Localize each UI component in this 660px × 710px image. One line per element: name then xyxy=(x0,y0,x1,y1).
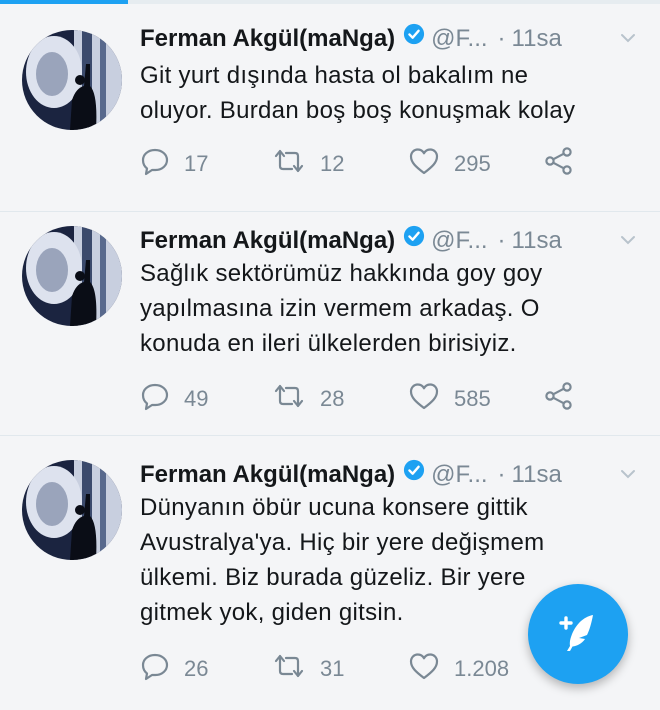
chevron-down-icon[interactable] xyxy=(618,22,638,60)
timeline-tab-indicator xyxy=(0,0,660,4)
reply-icon xyxy=(140,381,170,417)
like-button[interactable]: 585 xyxy=(408,379,491,419)
compose-tweet-button[interactable] xyxy=(528,584,628,684)
separator-dot: · xyxy=(497,461,506,488)
tweet-text-line: yapılmasına izin vermem arkadaş. O xyxy=(140,295,540,322)
verified-badge-icon xyxy=(403,455,425,493)
tweet-time[interactable]: 11sa xyxy=(512,227,562,254)
tweet-text-line: Git yurt dışında hasta ol bakalım ne xyxy=(140,62,529,89)
tweet-actions: 49 28 585 xyxy=(140,379,610,419)
separator-dot: · xyxy=(497,25,506,52)
tweet[interactable]: Ferman Akgül(maNga) @F... · 11sa Sağlık sek… xyxy=(0,222,660,436)
like-count: 295 xyxy=(454,151,491,176)
author-name[interactable]: Ferman Akgül(maNga) xyxy=(140,227,395,254)
reply-button[interactable]: 26 xyxy=(140,649,208,689)
tweet-time[interactable]: 11sa xyxy=(512,461,562,488)
reply-icon xyxy=(140,146,170,182)
author-handle[interactable]: @F... xyxy=(431,25,487,52)
tweet-header: Ferman Akgül(maNga) @F... · 11sa xyxy=(140,222,640,260)
separator-dot: · xyxy=(497,227,506,254)
author-handle[interactable]: @F... xyxy=(431,227,487,254)
author-name[interactable]: Ferman Akgül(maNga) xyxy=(140,461,395,488)
avatar[interactable] xyxy=(22,460,122,560)
tweet-text-line: Sağlık sektörümüz hakkında goy goy xyxy=(140,260,543,287)
like-button[interactable]: 1.208 xyxy=(408,649,509,689)
avatar[interactable] xyxy=(22,226,122,326)
author-handle[interactable]: @F... xyxy=(431,461,487,488)
verified-badge-icon xyxy=(403,221,425,259)
retweet-icon xyxy=(272,146,306,182)
like-count: 1.208 xyxy=(454,656,510,681)
retweet-count: 28 xyxy=(320,386,345,411)
share-button[interactable] xyxy=(544,144,574,184)
tweet[interactable]: Ferman Akgül(maNga) @F... · 11sa Git yurt d… xyxy=(0,20,660,212)
retweet-icon xyxy=(272,381,306,417)
author-name[interactable]: Ferman Akgül(maNga) xyxy=(140,25,395,52)
heart-icon xyxy=(408,381,440,417)
reply-count: 26 xyxy=(184,656,209,681)
verified-badge-icon xyxy=(403,19,425,57)
like-button[interactable]: 295 xyxy=(408,144,491,184)
heart-icon xyxy=(408,651,440,687)
tweet-text-line: oluyor. Burdan boş boş konuşmak kolay xyxy=(140,97,576,124)
retweet-count: 12 xyxy=(320,151,345,176)
share-icon xyxy=(544,146,574,182)
reply-button[interactable]: 49 xyxy=(140,379,208,419)
reply-count: 17 xyxy=(184,151,209,176)
tweet-actions: 17 12 295 xyxy=(140,144,610,184)
retweet-button[interactable]: 12 xyxy=(272,144,344,184)
retweet-icon xyxy=(272,651,306,687)
active-tab-underline xyxy=(0,0,128,4)
tweet-text: Sağlık sektörümüz hakkında goy goy yapıl… xyxy=(140,256,640,361)
like-count: 585 xyxy=(454,386,491,411)
retweet-button[interactable]: 31 xyxy=(272,649,344,689)
reply-count: 49 xyxy=(184,386,209,411)
share-icon xyxy=(544,381,574,417)
avatar[interactable] xyxy=(22,30,122,130)
retweet-count: 31 xyxy=(320,656,345,681)
compose-tweet-icon xyxy=(553,607,603,662)
tweet-time[interactable]: 11sa xyxy=(512,25,562,52)
tweet-header: Ferman Akgül(maNga) @F... · 11sa xyxy=(140,456,640,494)
retweet-button[interactable]: 28 xyxy=(272,379,344,419)
tweet-text: Git yurt dışında hasta ol bakalım ne olu… xyxy=(140,58,640,128)
heart-icon xyxy=(408,146,440,182)
tweet-header: Ferman Akgül(maNga) @F... · 11sa xyxy=(140,20,640,58)
reply-button[interactable]: 17 xyxy=(140,144,208,184)
share-button[interactable] xyxy=(544,379,574,419)
reply-icon xyxy=(140,651,170,687)
tweet-text-line: konuda en ileri ülkelerden birisiyiz. xyxy=(140,330,517,357)
tweet-text-line: Dünyanın öbür ucuna konsere gittik xyxy=(140,494,528,521)
tweet-text-line: Avustralya'ya. Hiç bir yere değişmem xyxy=(140,529,545,556)
